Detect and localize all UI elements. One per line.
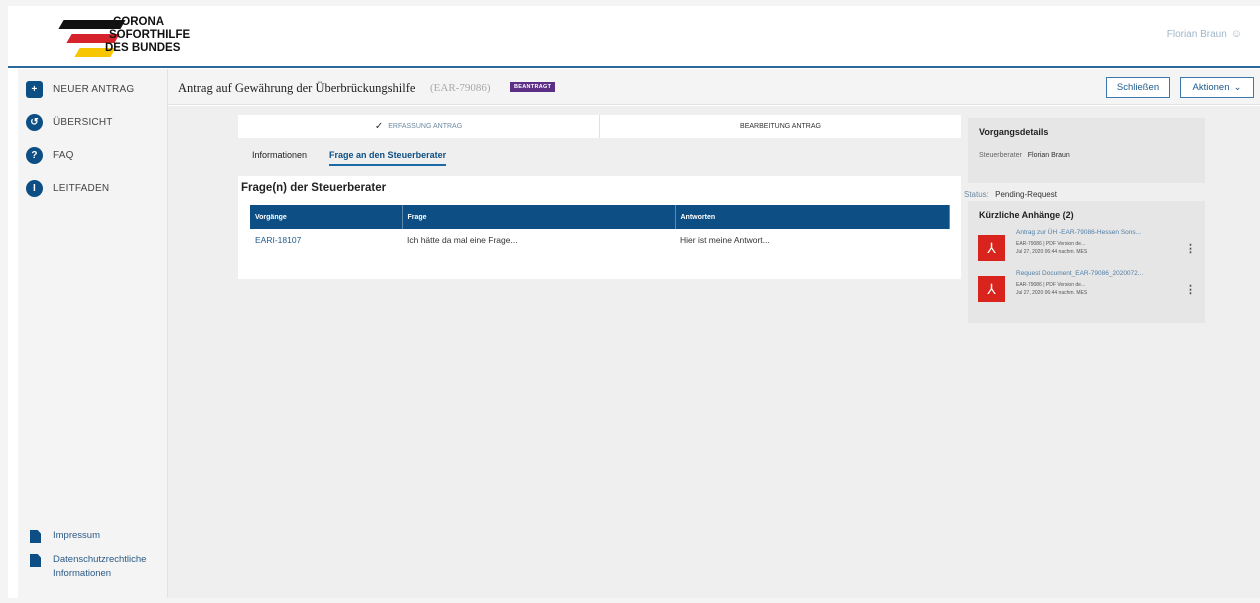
user-name: Florian Braun xyxy=(1166,28,1227,40)
more-options-icon[interactable]: ⋮ xyxy=(1185,283,1196,296)
sidebar-item-neuer-antrag[interactable]: + NEUER ANTRAG xyxy=(26,81,134,98)
advisor-value: Florian Braun xyxy=(1027,152,1070,159)
column-header-vorgaenge[interactable]: Vorgänge xyxy=(250,205,403,229)
page-titlebar: Antrag auf Gewährung der Überbrückungshi… xyxy=(168,69,1260,105)
tab-bar: Informationen Frage an den Steuerberater xyxy=(252,150,447,166)
sidebar-item-label: LEITFADEN xyxy=(53,183,110,194)
attachment-item[interactable]: ⅄ Request Document_EAR-79086_2020072... … xyxy=(978,270,1198,310)
attachment-date: Jul 27, 2020 06:44 nachm. MES xyxy=(1016,249,1088,255)
user-menu[interactable]: Florian Braun ☺ xyxy=(1167,28,1242,40)
app-window: CORONA SOFORTHILFE DES BUNDES Florian Br… xyxy=(8,6,1260,598)
main-content: ✓ ERFASSUNG ANTRAG BEARBEITUNG ANTRAG In… xyxy=(168,106,1260,598)
status-label: Status: xyxy=(964,190,989,199)
case-details-title: Vorgangsdetails xyxy=(979,127,1049,137)
tab-frage-an-steuerberater[interactable]: Frage an den Steuerberater xyxy=(329,150,447,166)
application-reference: (EAR-79086) xyxy=(430,82,491,94)
actions-dropdown-button[interactable]: Aktionen ⌄ xyxy=(1180,77,1254,98)
document-icon xyxy=(30,530,41,543)
corona-soforthilfe-logo[interactable]: CORONA SOFORTHILFE DES BUNDES xyxy=(53,14,213,58)
person-icon: ☺ xyxy=(1230,28,1242,40)
document-icon xyxy=(30,554,41,567)
questions-table: Vorgänge Frage Antworten EARI-18107 Ich … xyxy=(250,205,950,251)
column-header-frage[interactable]: Frage xyxy=(402,205,676,229)
status-value: Pending-Request xyxy=(995,190,1057,199)
sidebar-item-label: NEUER ANTRAG xyxy=(53,84,135,95)
attachment-meta: EAR-79086 | PDF Version de... xyxy=(1016,241,1086,247)
attachment-name-link[interactable]: Request Document_EAR-79086_2020072... xyxy=(1016,270,1143,277)
table-row[interactable]: EARI-18107 Ich hätte da mal eine Frage..… xyxy=(250,229,950,251)
step-label: ERFASSUNG ANTRAG xyxy=(388,123,463,130)
status-badge: BEANTRAGT xyxy=(510,82,556,92)
table-header-row: Vorgänge Frage Antworten xyxy=(250,205,950,229)
close-button-label: Schließen xyxy=(1116,82,1160,93)
plus-document-icon: + xyxy=(26,81,43,98)
attachment-name-link[interactable]: Antrag zur ÜH -EAR-79086-Hessen Sons... xyxy=(1016,229,1141,236)
recent-attachments-card: Kürzliche Anhänge (2) ⅄ Antrag zur ÜH -E… xyxy=(968,201,1205,323)
top-header: CORONA SOFORTHILFE DES BUNDES Florian Br… xyxy=(8,6,1260,68)
column-header-antworten[interactable]: Antworten xyxy=(675,205,950,229)
sidebar-item-uebersicht[interactable]: ↺ ÜBERSICHT xyxy=(26,114,113,131)
pdf-icon: ⅄ xyxy=(978,235,1005,261)
logo-line-3: DES BUNDES xyxy=(105,42,181,54)
tab-informationen[interactable]: Informationen xyxy=(252,150,307,166)
footer-link-label: Impressum xyxy=(53,530,100,541)
questions-title: Frage(n) der Steuerberater xyxy=(241,182,387,194)
sidebar-item-leitfaden[interactable]: i LEITFADEN xyxy=(26,180,109,197)
question-icon: ? xyxy=(26,147,43,164)
attachment-item[interactable]: ⅄ Antrag zur ÜH -EAR-79086-Hessen Sons..… xyxy=(978,229,1198,269)
attachments-title: Kürzliche Anhänge (2) xyxy=(979,210,1074,220)
chevron-down-icon: ⌄ xyxy=(1233,82,1242,93)
close-button[interactable]: Schließen xyxy=(1106,77,1170,98)
sidebar-item-faq[interactable]: ? FAQ xyxy=(26,147,74,164)
cell-question: Ich hätte da mal eine Frage... xyxy=(407,235,518,245)
attachment-date: Jul 27, 2020 06:44 nachm. MES xyxy=(1016,290,1088,296)
history-icon: ↺ xyxy=(26,114,43,131)
checkmark-icon: ✓ xyxy=(374,121,384,132)
advisor-row: Steuerberater Florian Braun xyxy=(979,152,1070,159)
status-row: Status: Pending-Request xyxy=(964,190,1057,199)
cell-answer: Hier ist meine Antwort... xyxy=(680,235,770,245)
attachment-meta: EAR-79086 | PDF Version de... xyxy=(1016,282,1086,288)
sidebar: + NEUER ANTRAG ↺ ÜBERSICHT ? FAQ i LEITF… xyxy=(18,69,168,598)
actions-button-label: Aktionen xyxy=(1192,82,1230,93)
case-details-card: Vorgangsdetails Steuerberater Florian Br… xyxy=(968,118,1205,183)
progress-stepper: ✓ ERFASSUNG ANTRAG BEARBEITUNG ANTRAG xyxy=(238,115,961,138)
more-options-icon[interactable]: ⋮ xyxy=(1185,242,1196,255)
pdf-icon: ⅄ xyxy=(978,276,1005,302)
footer-link-datenschutz[interactable]: Datenschutzrechtliche Informationen xyxy=(30,553,160,581)
footer-link-label: Datenschutzrechtliche Informationen xyxy=(53,554,147,579)
logo-line-1: CORONA xyxy=(113,16,165,28)
step-erfassung-antrag[interactable]: ✓ ERFASSUNG ANTRAG xyxy=(238,115,600,138)
cell-reference-link[interactable]: EARI-18107 xyxy=(250,229,402,251)
footer-link-impressum[interactable]: Impressum xyxy=(30,529,100,543)
step-bearbeitung-antrag[interactable]: BEARBEITUNG ANTRAG xyxy=(600,115,961,138)
logo-line-2: SOFORTHILFE xyxy=(109,29,191,41)
step-label: BEARBEITUNG ANTRAG xyxy=(740,123,821,130)
info-icon: i xyxy=(26,180,43,197)
sidebar-item-label: ÜBERSICHT xyxy=(53,117,113,128)
sidebar-item-label: FAQ xyxy=(53,150,74,161)
page-title: Antrag auf Gewährung der Überbrückungshi… xyxy=(178,81,416,95)
advisor-label: Steuerberater xyxy=(979,152,1022,159)
questions-panel: Frage(n) der Steuerberater Vorgänge Frag… xyxy=(238,176,961,279)
